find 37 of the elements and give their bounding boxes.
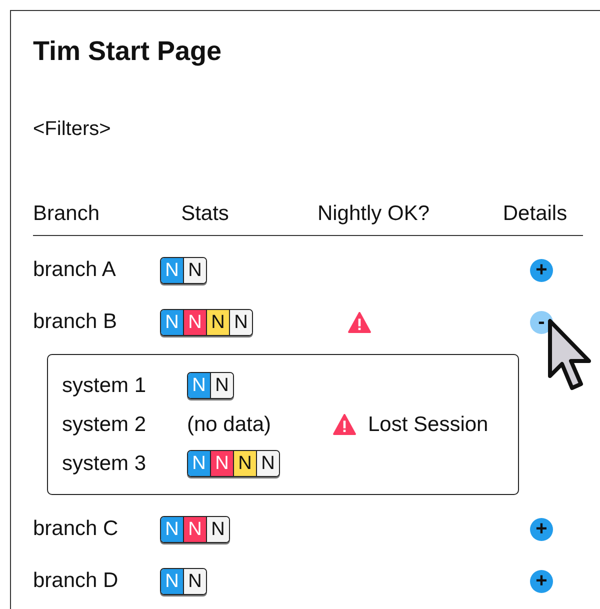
stat-segment: N <box>188 451 210 476</box>
issue-text: Lost Session <box>368 412 488 436</box>
stat-segment: N <box>183 310 206 334</box>
stat-segment: N <box>210 451 233 476</box>
stat-segment: N <box>233 451 256 476</box>
branch-name: branch C <box>33 517 120 541</box>
no-data-text: (no data) <box>187 412 272 436</box>
column-header: Nightly OK? <box>316 202 431 226</box>
stat-segment: N <box>161 310 183 334</box>
cursor-icon <box>547 318 593 392</box>
stat-segment: N <box>161 568 183 594</box>
branch-name: branch D <box>33 569 120 593</box>
expand-toggle[interactable]: + <box>530 570 553 592</box>
stat-segment: N <box>161 516 183 542</box>
stat-segment: N <box>210 373 233 398</box>
branch-name: branch A <box>33 258 117 282</box>
system-name: system 2 <box>62 412 148 436</box>
expand-toggle[interactable]: + <box>530 518 553 540</box>
stat-segment: N <box>161 258 183 282</box>
stat-segment: N <box>206 310 229 334</box>
stat-segment: N <box>183 258 206 282</box>
stat-segment: N <box>256 451 279 476</box>
warning-icon <box>333 414 356 435</box>
stat-segment: N <box>183 516 206 542</box>
expand-toggle[interactable]: + <box>530 258 553 282</box>
filters-text: <Filters> <box>33 117 112 142</box>
system-name: system 3 <box>62 452 148 476</box>
column-header: Branch <box>33 202 101 226</box>
column-header: Details <box>502 202 568 226</box>
page-title: Tim Start Page <box>33 35 223 68</box>
stat-segment: N <box>188 373 210 398</box>
system-name: system 1 <box>62 374 148 398</box>
branch-name: branch B <box>33 310 118 334</box>
column-header: Stats <box>180 202 230 226</box>
stat-segment: N <box>183 568 206 594</box>
stat-segment: N <box>206 516 229 542</box>
stat-segment: N <box>229 310 252 334</box>
